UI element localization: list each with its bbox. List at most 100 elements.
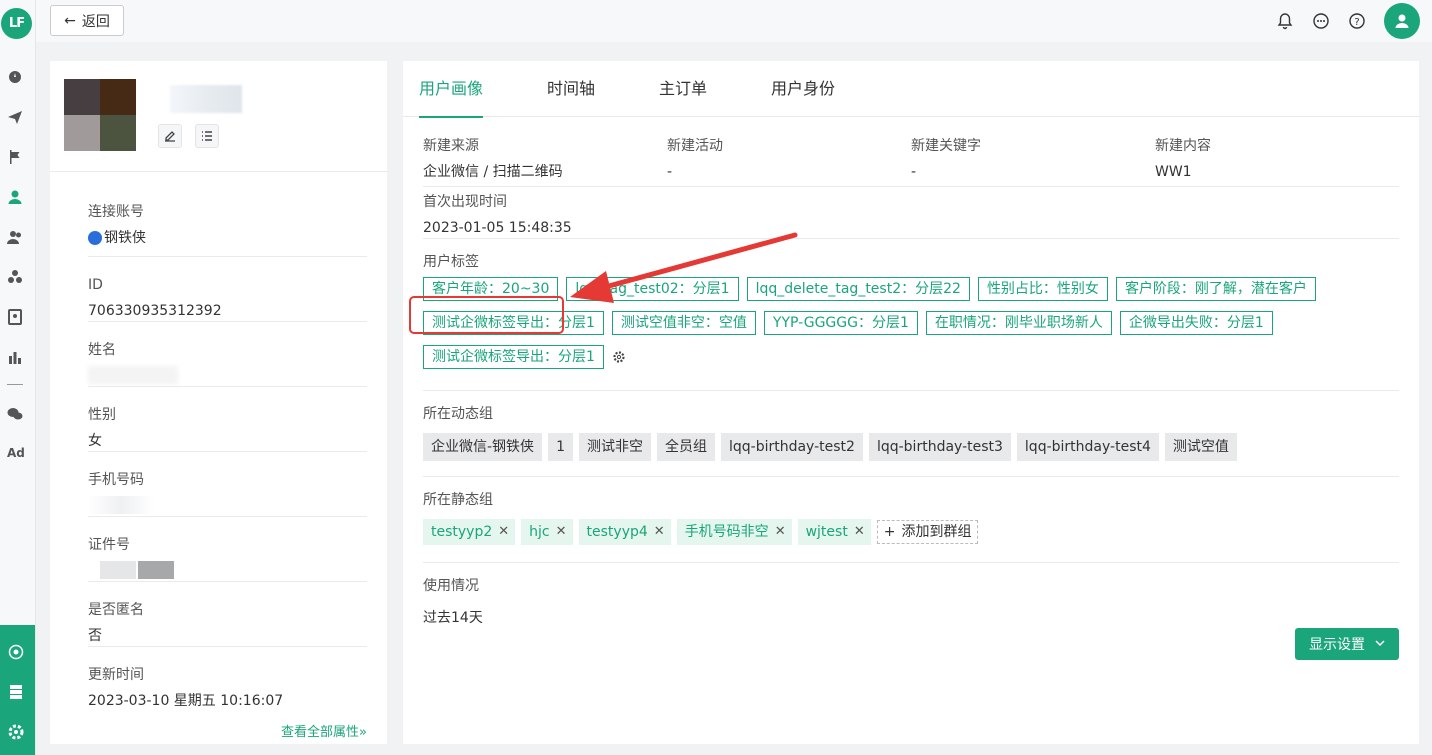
add-to-group-button[interactable]: + 添加到群组: [876, 520, 979, 544]
static-group-label: 手机号码非空: [684, 524, 769, 540]
user-tag[interactable]: 企微导出失败：分层1: [1119, 311, 1273, 335]
users-icon[interactable]: [7, 229, 23, 245]
bar-chart-icon[interactable]: [7, 349, 23, 365]
bell-icon[interactable]: [1276, 12, 1294, 30]
field-label: 首次出现时间: [423, 194, 507, 210]
contact-card-icon[interactable]: [7, 309, 23, 325]
top-icons: ?: [1276, 3, 1420, 39]
dynamic-group-tag[interactable]: lqq-birthday-test4: [1016, 433, 1159, 461]
profile-panel: 连接账号 钢铁侠 ID 706330935312392 姓名 性别 女 手机号码…: [50, 61, 387, 744]
close-icon[interactable]: ✕: [556, 519, 567, 545]
usage-label: 使用情况: [423, 578, 479, 594]
user-tag[interactable]: 测试企微标签导出：分层1: [423, 311, 604, 335]
close-icon[interactable]: ✕: [498, 519, 509, 545]
list-icon[interactable]: [195, 124, 219, 148]
back-button[interactable]: ← 返回: [50, 5, 124, 36]
attr-value: 否: [88, 628, 102, 644]
close-icon[interactable]: ✕: [654, 519, 665, 545]
settings-gear-icon[interactable]: [8, 724, 24, 740]
display-settings-label: 显示设置: [1309, 637, 1365, 653]
dynamic-group-tag[interactable]: 测试空值: [1164, 433, 1237, 461]
user-tags-list: 客户年龄：20~30 lqq_tag_test02：分层1 lqq_delete…: [423, 277, 1323, 369]
static-group-label: testyyp4: [586, 524, 648, 540]
static-group-tag[interactable]: testyyp2 ✕: [423, 519, 516, 545]
first-seen-section: 首次出现时间 2023-01-05 15:48:35: [423, 179, 1399, 239]
user-icon[interactable]: [7, 189, 23, 205]
network-icon[interactable]: [8, 644, 24, 660]
top-bar: ← 返回 ?: [36, 0, 1432, 42]
view-all-label: 查看全部属性: [281, 725, 360, 740]
dynamic-group-tag[interactable]: lqq-birthday-test2: [720, 433, 863, 461]
app-logo[interactable]: LF: [1, 8, 32, 39]
attr-label: ID: [88, 277, 103, 293]
server-icon[interactable]: [8, 684, 24, 700]
attr-name: 姓名: [88, 322, 367, 387]
attr-phone: 手机号码: [88, 452, 367, 517]
edit-icon[interactable]: [158, 124, 182, 148]
field-value: 2023-01-05 15:48:35: [423, 220, 572, 236]
user-tag[interactable]: YYP-GGGGG：分层1: [763, 311, 918, 335]
chat-icon[interactable]: [1312, 12, 1330, 30]
user-tags-section: 用户标签 客户年龄：20~30 lqq_tag_test02：分层1 lqq_d…: [423, 239, 1399, 391]
attr-value: 2023-03-10 星期五 10:16:07: [88, 693, 284, 709]
tag-settings-gear-icon[interactable]: [612, 350, 626, 364]
close-icon[interactable]: ✕: [775, 519, 786, 545]
user-tag[interactable]: 性别占比：性别女: [977, 277, 1108, 301]
attr-label: 更新时间: [88, 667, 144, 683]
static-group-tag[interactable]: 手机号码非空 ✕: [676, 519, 792, 545]
send-icon[interactable]: [7, 109, 23, 125]
dashboard-icon[interactable]: [7, 69, 23, 85]
static-group-tag[interactable]: wjtest ✕: [797, 519, 871, 545]
user-tag[interactable]: 在职情况：刚毕业职场新人: [925, 311, 1112, 335]
user-tag[interactable]: 客户阶段：刚了解，潜在客户: [1115, 277, 1316, 301]
static-group-tag[interactable]: testyyp4 ✕: [578, 519, 671, 545]
profile-header: [50, 61, 387, 172]
attr-connected-account: 连接账号 钢铁侠: [88, 172, 367, 257]
usage-period: 过去14天: [423, 610, 483, 626]
display-settings-button[interactable]: 显示设置: [1295, 628, 1399, 660]
attr-label: 连接账号: [88, 204, 144, 220]
user-tag[interactable]: 测试空值非空：空值: [611, 311, 756, 335]
user-tag[interactable]: 测试企微标签导出：分层1: [423, 345, 604, 369]
ad-icon[interactable]: Ad: [7, 446, 25, 460]
dynamic-group-tag[interactable]: 企业微信-钢铁侠: [423, 433, 543, 461]
tab-user-identity[interactable]: 用户身份: [771, 61, 835, 117]
user-tag[interactable]: lqq_delete_tag_test2：分层22: [746, 277, 970, 301]
help-icon[interactable]: ?: [1348, 12, 1366, 30]
static-group-label: testyyp2: [431, 524, 493, 540]
redacted-value: [100, 561, 136, 579]
groups-icon[interactable]: [7, 269, 23, 285]
flag-icon[interactable]: [7, 149, 23, 165]
tab-main-orders[interactable]: 主订单: [659, 61, 707, 117]
attr-label: 手机号码: [88, 472, 144, 488]
rail-bottom-panel: [0, 625, 35, 755]
wechat-icon[interactable]: [7, 406, 23, 422]
user-tag[interactable]: lqq_tag_test02：分层1: [566, 277, 739, 301]
field-value: -: [911, 164, 917, 180]
static-groups-label: 所在静态组: [423, 492, 493, 508]
field-value: 企业微信 / 扫描二维码: [423, 164, 563, 180]
tab-timeline[interactable]: 时间轴: [547, 61, 595, 117]
tab-bar: 用户画像 时间轴 主订单 用户身份: [403, 61, 1419, 118]
attr-id: ID 706330935312392: [88, 257, 367, 322]
dynamic-group-tag[interactable]: lqq-birthday-test3: [868, 433, 1011, 461]
dynamic-group-tag[interactable]: 测试非空: [578, 433, 651, 461]
user-tag[interactable]: 客户年龄：20~30: [423, 277, 559, 301]
svg-text:?: ?: [1354, 17, 1359, 28]
close-icon[interactable]: ✕: [854, 519, 865, 545]
user-avatar[interactable]: [1384, 3, 1420, 39]
wechat-work-icon: [88, 231, 102, 245]
dynamic-group-tag[interactable]: 全员组: [656, 433, 715, 461]
user-profile-main: 用户画像 时间轴 主订单 用户身份 新建来源 企业微信 / 扫描二维码 新建活动 -…: [403, 61, 1419, 744]
view-all-attributes-link[interactable]: 查看全部属性»: [281, 721, 367, 740]
redacted-value: [88, 366, 178, 384]
dynamic-groups-list: 企业微信-钢铁侠 1 测试非空 全员组 lqq-birthday-test2 l…: [423, 433, 1399, 461]
dynamic-groups-label: 所在动态组: [423, 406, 493, 422]
static-group-tag[interactable]: hjc ✕: [521, 519, 573, 545]
dynamic-group-tag[interactable]: 1: [548, 433, 573, 461]
tab-user-portrait[interactable]: 用户画像: [419, 61, 484, 118]
back-button-label: 返回: [81, 13, 110, 30]
static-groups-section: 所在静态组 testyyp2 ✕ hjc ✕ testyyp4 ✕ 手机号码非空 ✕ w…: [423, 477, 1399, 563]
dynamic-groups-section: 所在动态组 企业微信-钢铁侠 1 测试非空 全员组 lqq-birthday-t…: [423, 391, 1399, 477]
double-chevron-right-icon: »: [359, 725, 367, 740]
